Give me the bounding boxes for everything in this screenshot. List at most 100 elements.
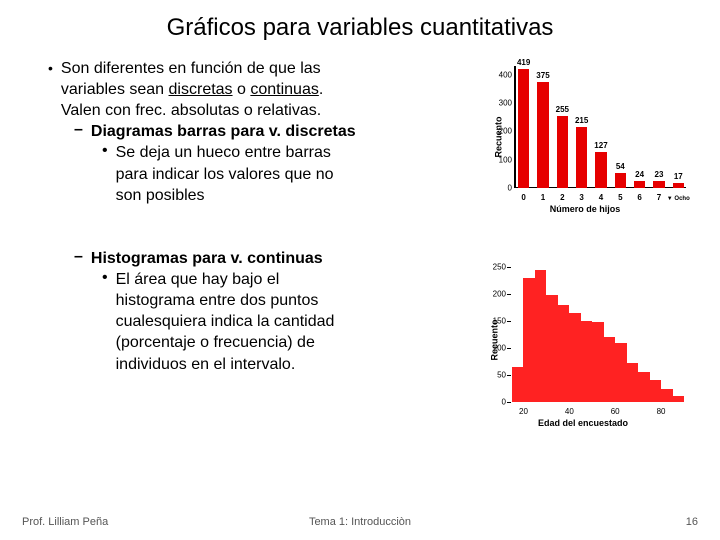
hist-bin xyxy=(604,337,615,402)
text-col-2: – Histogramas para v. continuas • El áre… xyxy=(38,248,470,375)
hist-bin xyxy=(569,313,580,402)
bar-ytick: 400 xyxy=(494,70,512,79)
bar-value-label: 23 xyxy=(655,170,664,179)
bar-item: 545 xyxy=(615,173,626,188)
intro-word-discretas: discretas xyxy=(169,81,233,98)
bullet-dot-icon: • xyxy=(102,142,108,205)
bar-ytick: 0 xyxy=(494,184,512,193)
page-title: Gráficos para variables cuantitativas xyxy=(0,0,720,52)
hist-ytick: 100 xyxy=(486,344,506,353)
intro-line2c: o xyxy=(233,81,251,98)
hist-bin xyxy=(638,372,649,402)
hist-bin xyxy=(673,396,684,402)
bar-ylabel: Recuento xyxy=(494,116,504,157)
bullet-dot-icon: • xyxy=(48,60,53,123)
bar-item: 17▼ Ocho xyxy=(673,183,684,188)
bar-category-label: 1 xyxy=(541,193,545,202)
hist-bin xyxy=(546,295,557,402)
bar-value-label: 17 xyxy=(674,172,683,181)
sub2-1b: histograma entre dos puntos xyxy=(116,292,319,309)
bar-item: 246 xyxy=(634,181,645,188)
bar-value-label: 419 xyxy=(517,58,530,67)
text-col-1: • Son diferentes en función de que las v… xyxy=(38,58,474,206)
bar-item: 4190 xyxy=(518,69,529,188)
bar-item: 3751 xyxy=(537,82,548,188)
bar-value-label: 375 xyxy=(536,71,549,80)
bar-value-label: 255 xyxy=(556,105,569,114)
hist-bin xyxy=(558,305,569,402)
hist-ytick: 50 xyxy=(486,371,506,380)
bullet-sub2-detail: • El área que hay bajo el histograma ent… xyxy=(102,269,470,375)
bar-value-label: 54 xyxy=(616,162,625,171)
bar-category-label: 0 xyxy=(521,193,525,202)
sub2-text: Histogramas para v. continuas xyxy=(91,248,323,269)
footer-page-number: 16 xyxy=(686,516,698,528)
bar-category-label: 7 xyxy=(657,193,661,202)
hist-xlabel: Edad del encuestado xyxy=(538,418,628,428)
section-discrete: • Son diferentes en función de que las v… xyxy=(38,58,692,214)
dash-icon: – xyxy=(74,121,83,142)
bullet-sub-discretas: – Diagramas barras para v. discretas xyxy=(74,121,474,142)
hist-bin xyxy=(661,389,672,402)
intro-line2a: variables sean xyxy=(61,81,169,98)
bar-ytick: 300 xyxy=(494,98,512,107)
bar-category-label: 6 xyxy=(637,193,641,202)
sub2-1c: cualesquiera indica la cantidad xyxy=(116,313,335,330)
sub1-1a: Se deja un hueco entre barras xyxy=(116,144,331,161)
bar-value-label: 127 xyxy=(594,141,607,150)
bar-category-label: 2 xyxy=(560,193,564,202)
hist-xtick: 60 xyxy=(611,407,620,416)
bar-category-label: 5 xyxy=(618,193,622,202)
bar-category-label: ▼ Ocho xyxy=(667,196,690,202)
hist-bin xyxy=(535,270,546,402)
sub2-1a: El área que hay bajo el xyxy=(116,271,280,288)
bullet-sub-continuas: – Histogramas para v. continuas xyxy=(74,248,470,269)
intro-word-continuas: continuas xyxy=(250,81,319,98)
bullet-main: • Son diferentes en función de que las v… xyxy=(48,58,474,121)
bar-item: 2552 xyxy=(557,116,568,188)
hist-ytick: 0 xyxy=(486,398,506,407)
bar-category-label: 3 xyxy=(579,193,583,202)
hist-bin xyxy=(615,343,626,402)
hist-xtick: 80 xyxy=(657,407,666,416)
bar-y-axis xyxy=(514,66,516,188)
hist-bin xyxy=(512,367,523,402)
bar-value-label: 215 xyxy=(575,116,588,125)
sub1-text: Diagramas barras para v. discretas xyxy=(91,121,356,142)
sub1-1c: son posibles xyxy=(116,187,205,204)
hist-bin xyxy=(592,322,603,402)
footer-mid: Tema 1: Introducciòn xyxy=(309,516,411,528)
bar-value-label: 24 xyxy=(635,170,644,179)
hist-xtick: 40 xyxy=(565,407,574,416)
bar-item: 2153 xyxy=(576,127,587,188)
sub1-1b: para indicar los valores que no xyxy=(116,166,334,183)
bar-ytick: 200 xyxy=(494,127,512,136)
bar-xlabel: Número de hijos xyxy=(550,204,621,214)
bar-ytick: 100 xyxy=(494,155,512,164)
hist-xtick: 20 xyxy=(519,407,528,416)
hist-bin xyxy=(523,278,534,402)
bullet-sub1-detail: • Se deja un hueco entre barras para ind… xyxy=(102,142,474,205)
histogram-chart: Recuento Edad del encuestado 05010015020… xyxy=(470,248,692,426)
hist-ytick: 150 xyxy=(486,317,506,326)
bar-item: 1274 xyxy=(595,152,606,188)
sub2-1d: (porcentaje o frecuencia) de xyxy=(116,334,315,351)
bar-chart: Recuento Número de hijos 419037512552215… xyxy=(474,58,692,214)
dash-icon: – xyxy=(74,248,83,269)
content-area: • Son diferentes en función de que las v… xyxy=(0,58,720,426)
hist-ytick: 250 xyxy=(486,263,506,272)
footer-left: Prof. Lilliam Peña xyxy=(22,516,108,528)
intro-line1: Son diferentes en función de que las xyxy=(61,60,321,77)
section-continuous: – Histogramas para v. continuas • El áre… xyxy=(38,248,692,426)
hist-bin xyxy=(627,363,638,402)
sub2-1e: individuos en el intervalo. xyxy=(116,356,296,373)
intro-line3: Valen con frec. absolutas o relativas. xyxy=(61,102,321,119)
footer: Prof. Lilliam Peña Tema 1: Introducciòn … xyxy=(0,516,720,528)
intro-line2e: . xyxy=(319,81,323,98)
hist-bin xyxy=(581,321,592,402)
hist-bars-container xyxy=(512,262,684,402)
hist-ytick: 200 xyxy=(486,290,506,299)
bar-item: 237 xyxy=(653,181,664,188)
bar-category-label: 4 xyxy=(599,193,603,202)
bullet-dot-icon: • xyxy=(102,269,108,375)
